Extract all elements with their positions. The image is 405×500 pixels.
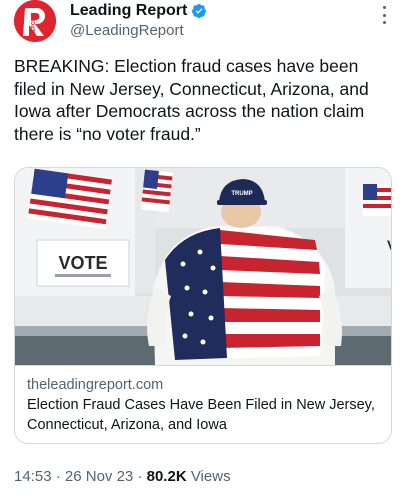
tweet-time[interactable]: 14:53 (14, 468, 52, 485)
more-options-icon[interactable] (380, 6, 388, 24)
tweet-text: BREAKING: Election fraud cases have been… (14, 56, 369, 144)
avatar[interactable]: REPORT (14, 0, 56, 42)
svg-text:V: V (387, 237, 392, 253)
avatar-text: REPORT (31, 15, 37, 36)
leading-report-logo-icon: REPORT (14, 0, 56, 42)
display-name[interactable]: Leading Report (70, 1, 187, 21)
tweet-header: REPORT Leading Report @LeadingReport (14, 0, 394, 44)
booth-vote-sign: VOTE (58, 253, 107, 273)
card-meta[interactable]: theleadingreport.com Election Fraud Case… (15, 365, 391, 443)
verified-badge-icon[interactable] (191, 3, 207, 19)
card-title: Election Fraud Cases Have Been Filed in … (27, 397, 375, 433)
views-label: Views (190, 468, 231, 485)
author-info: Leading Report @LeadingReport (70, 1, 207, 41)
tweet-date[interactable]: 26 Nov 23 (65, 468, 133, 485)
views-count: 80.2K (146, 468, 187, 485)
card-domain: theleadingreport.com (27, 377, 164, 393)
handle[interactable]: @LeadingReport (70, 21, 207, 41)
meta-separator: · (55, 468, 61, 485)
tweet-meta: 14:53 · 26 Nov 23 · 80.2K Views (14, 467, 231, 487)
link-card[interactable]: VOTE V (14, 167, 392, 444)
meta-separator: · (137, 468, 143, 485)
hat-text: TRUMP (231, 191, 252, 197)
voting-booth-photo: VOTE V (15, 168, 392, 365)
card-image[interactable]: VOTE V (15, 168, 392, 365)
